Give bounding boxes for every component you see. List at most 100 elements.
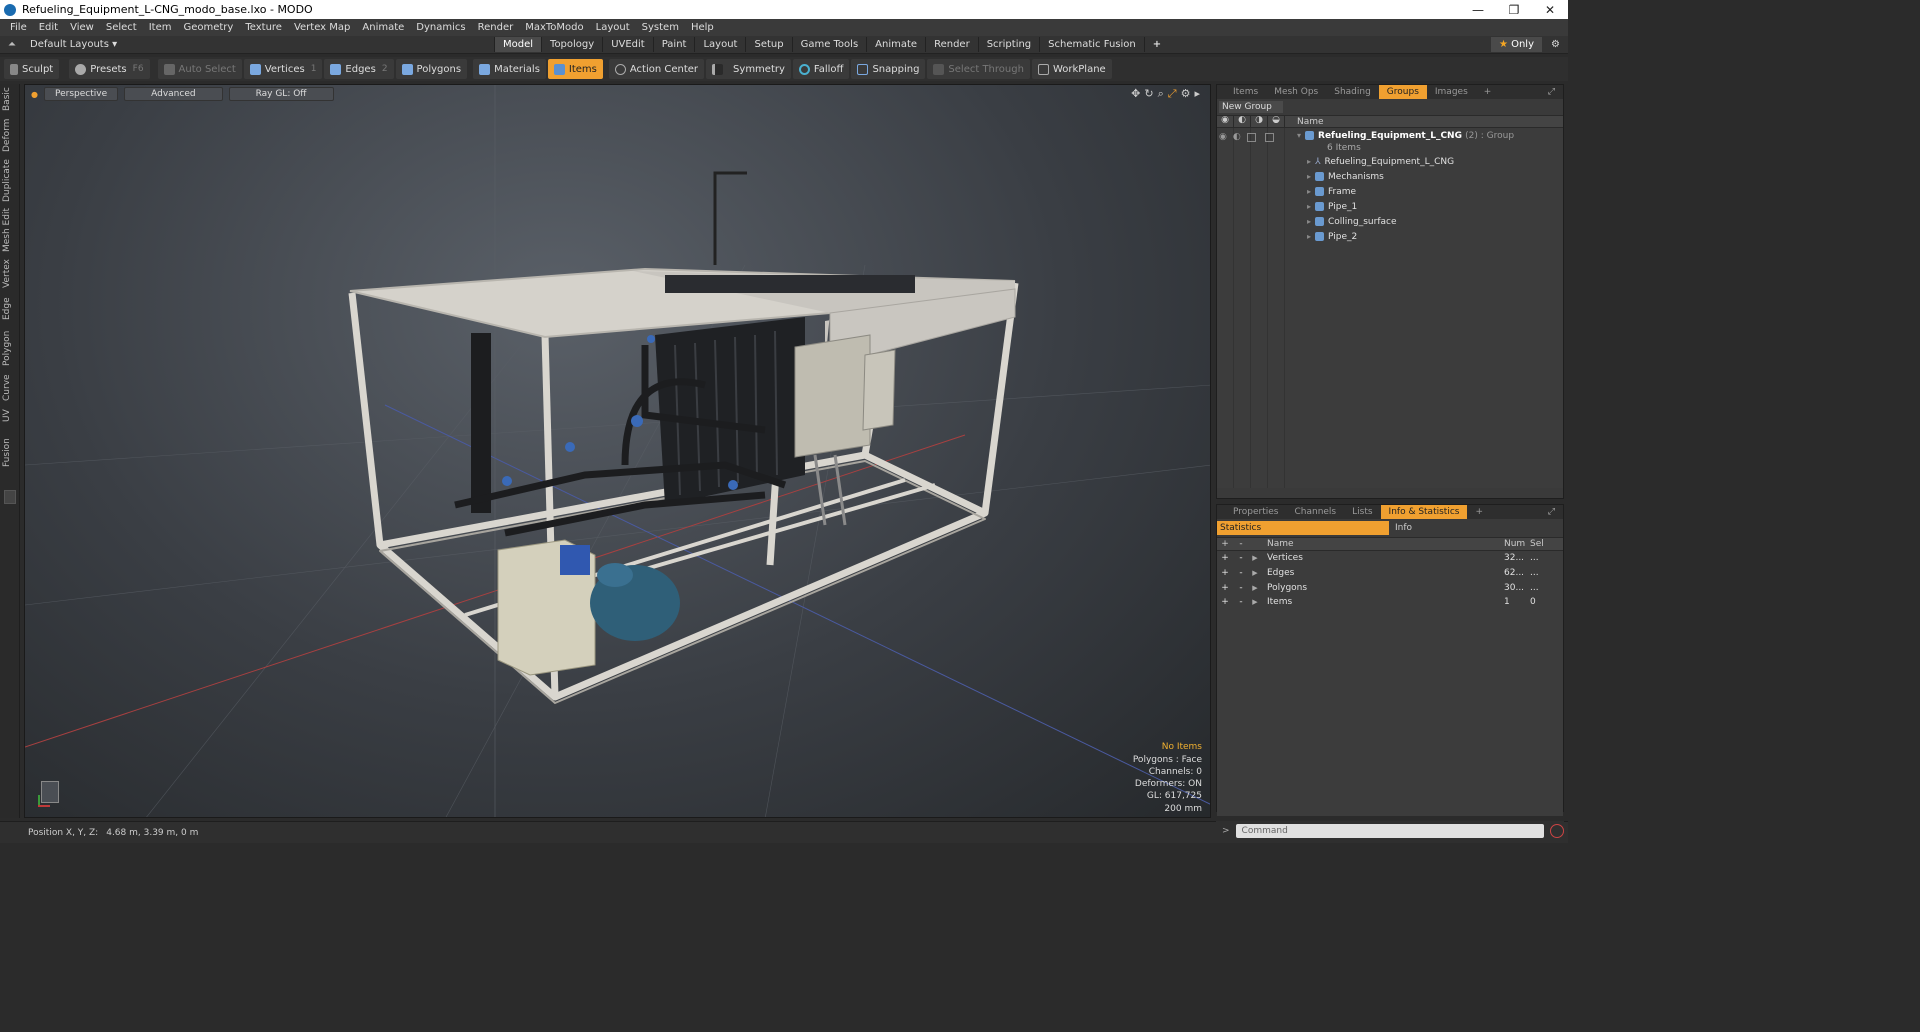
menu-render[interactable]: Render bbox=[472, 22, 520, 33]
menu-vertex-map[interactable]: Vertex Map bbox=[288, 22, 356, 33]
tab-mesh-ops[interactable]: Mesh Ops bbox=[1266, 85, 1326, 99]
sculpt-button[interactable]: Sculpt bbox=[4, 59, 60, 79]
tab-scripting[interactable]: Scripting bbox=[977, 37, 1039, 52]
raygl-button[interactable]: Ray GL: Off bbox=[228, 87, 334, 101]
tree-item-colling-surface[interactable]: ▸ Colling_surface bbox=[1307, 214, 1567, 229]
expand-arrow-icon[interactable]: ▸ bbox=[1307, 157, 1311, 166]
pan-icon[interactable]: ✥ bbox=[1131, 87, 1140, 101]
edges-button[interactable]: Edges 2 bbox=[324, 59, 394, 79]
only-toggle[interactable]: ★ Only bbox=[1490, 37, 1542, 52]
tab-model[interactable]: Model bbox=[494, 37, 542, 52]
tab-layout[interactable]: Layout bbox=[694, 37, 745, 52]
subtab-statistics[interactable]: Statistics bbox=[1217, 521, 1389, 535]
left-tab-edge[interactable]: Edge bbox=[2, 296, 18, 322]
stats-row-edges[interactable]: + - ▶ Edges 62... ... bbox=[1217, 566, 1563, 581]
add-tab-button[interactable]: + bbox=[1143, 37, 1169, 52]
workplane-button[interactable]: WorkPlane bbox=[1031, 59, 1112, 79]
tab-info-statistics[interactable]: Info & Statistics bbox=[1380, 505, 1468, 519]
add-panel-tab-button[interactable]: + bbox=[1476, 85, 1500, 99]
tab-images[interactable]: Images bbox=[1427, 85, 1476, 99]
presets-button[interactable]: Presets F6 bbox=[69, 59, 150, 79]
tab-shading[interactable]: Shading bbox=[1326, 85, 1379, 99]
gear-icon[interactable]: ⚙ bbox=[1551, 39, 1560, 50]
expand-arrow-icon[interactable]: ▶ bbox=[1249, 569, 1261, 577]
left-tab-fusion[interactable]: Fusion bbox=[2, 436, 18, 470]
expand-arrow-icon[interactable]: ▸ bbox=[1307, 202, 1311, 211]
left-tab-polygon[interactable]: Polygon bbox=[2, 328, 18, 368]
tree-item-pipe-1[interactable]: ▸ Pipe_1 bbox=[1307, 199, 1567, 214]
action-center-button[interactable]: Action Center bbox=[608, 59, 705, 79]
menu-system[interactable]: System bbox=[636, 22, 685, 33]
viewport-settings-icon[interactable]: ⚙ bbox=[1181, 87, 1191, 101]
zoom-icon[interactable]: ⌕ bbox=[1158, 87, 1164, 101]
falloff-button[interactable]: Falloff bbox=[792, 59, 850, 79]
menu-animate[interactable]: Animate bbox=[356, 22, 410, 33]
expand-stats-panel-icon[interactable]: ⤢ bbox=[1548, 507, 1555, 517]
vertices-button[interactable]: Vertices 1 bbox=[243, 59, 323, 79]
viewport-dot-icon[interactable]: ● bbox=[31, 90, 38, 101]
tab-setup[interactable]: Setup bbox=[745, 37, 791, 52]
record-icon[interactable] bbox=[1549, 824, 1564, 838]
tab-topology[interactable]: Topology bbox=[541, 37, 602, 52]
expand-arrow-icon[interactable]: ▸ bbox=[1307, 232, 1311, 241]
left-tab-basic[interactable]: Basic bbox=[2, 86, 18, 112]
subtab-info[interactable]: Info bbox=[1389, 521, 1561, 535]
expand-arrow-icon[interactable]: ▸ bbox=[1307, 217, 1311, 226]
maximize-button[interactable]: ❐ bbox=[1496, 3, 1532, 17]
menu-select[interactable]: Select bbox=[100, 22, 143, 33]
fit-icon[interactable]: ⤢ bbox=[1168, 87, 1177, 101]
left-tab-vertex[interactable]: Vertex bbox=[2, 258, 18, 290]
tab-game-tools[interactable]: Game Tools bbox=[791, 37, 867, 52]
tab-items[interactable]: Items bbox=[1225, 85, 1266, 99]
select-through-button[interactable]: Select Through bbox=[927, 59, 1030, 79]
tab-channels[interactable]: Channels bbox=[1286, 505, 1344, 519]
menu-texture[interactable]: Texture bbox=[239, 22, 288, 33]
tab-render[interactable]: Render bbox=[925, 37, 978, 52]
menu-view[interactable]: View bbox=[64, 22, 100, 33]
layout-selector[interactable]: Default Layouts ▾ bbox=[30, 39, 117, 50]
tree-item-refueling[interactable]: ▸ ⅄ Refueling_Equipment_L_CNG bbox=[1307, 154, 1567, 169]
add-icon[interactable]: + bbox=[1217, 553, 1233, 563]
collapse-all-button[interactable]: - bbox=[1233, 539, 1249, 549]
left-tab-curve[interactable]: Curve bbox=[2, 374, 18, 402]
expand-arrow-icon[interactable]: ▶ bbox=[1249, 554, 1261, 562]
expand-arrow-icon[interactable]: ▶ bbox=[1249, 584, 1261, 592]
items-button[interactable]: Items bbox=[547, 59, 603, 79]
menu-help[interactable]: Help bbox=[685, 22, 720, 33]
tab-groups[interactable]: Groups bbox=[1378, 85, 1427, 99]
tab-schematic-fusion[interactable]: Schematic Fusion bbox=[1039, 37, 1144, 52]
layout-toggle-icon[interactable]: ⏶ bbox=[8, 39, 16, 50]
tab-lists[interactable]: Lists bbox=[1344, 505, 1380, 519]
tab-properties[interactable]: Properties bbox=[1225, 505, 1286, 519]
stats-row-vertices[interactable]: + - ▶ Vertices 32... ... bbox=[1217, 551, 1563, 566]
visibility-toggle[interactable]: ◉ bbox=[1219, 132, 1227, 142]
tree-item-mechanisms[interactable]: ▸ Mechanisms bbox=[1307, 169, 1567, 184]
select-toggle[interactable] bbox=[1264, 133, 1274, 142]
expand-arrow-icon[interactable]: ▶ bbox=[1249, 598, 1261, 606]
menu-edit[interactable]: Edit bbox=[33, 22, 64, 33]
stats-row-items[interactable]: + - ▶ Items 1 0 bbox=[1217, 595, 1563, 610]
minimize-button[interactable]: — bbox=[1460, 3, 1496, 17]
3d-viewport[interactable]: ● Perspective Advanced Ray GL: Off ✥ ↻ ⌕… bbox=[24, 84, 1211, 818]
add-icon[interactable]: + bbox=[1217, 583, 1233, 593]
menu-item[interactable]: Item bbox=[143, 22, 178, 33]
left-tab-uv[interactable]: UV bbox=[2, 408, 18, 424]
view-mode-button[interactable]: Perspective bbox=[43, 87, 119, 101]
left-tab-mesh-edit[interactable]: Mesh Edit bbox=[2, 208, 18, 252]
tab-animate[interactable]: Animate bbox=[866, 37, 925, 52]
menu-maxtomodo[interactable]: MaxToModo bbox=[519, 22, 589, 33]
remove-icon[interactable]: - bbox=[1233, 583, 1249, 593]
rotate-icon[interactable]: ↻ bbox=[1144, 87, 1153, 101]
add-stats-tab-button[interactable]: + bbox=[1467, 505, 1491, 519]
tab-uvedit[interactable]: UVEdit bbox=[602, 37, 653, 52]
expand-arrow-icon[interactable]: ▸ bbox=[1307, 187, 1311, 196]
left-tab-deform[interactable]: Deform bbox=[2, 118, 18, 152]
menu-dynamics[interactable]: Dynamics bbox=[410, 22, 471, 33]
left-tab-duplicate[interactable]: Duplicate bbox=[2, 159, 18, 202]
menu-layout[interactable]: Layout bbox=[590, 22, 636, 33]
collapse-arrow-icon[interactable]: ▾ bbox=[1297, 131, 1301, 140]
menu-file[interactable]: File bbox=[4, 22, 33, 33]
polygons-button[interactable]: Polygons bbox=[395, 59, 468, 79]
shading-button[interactable]: Advanced bbox=[124, 87, 223, 101]
snapping-button[interactable]: Snapping bbox=[851, 59, 926, 79]
